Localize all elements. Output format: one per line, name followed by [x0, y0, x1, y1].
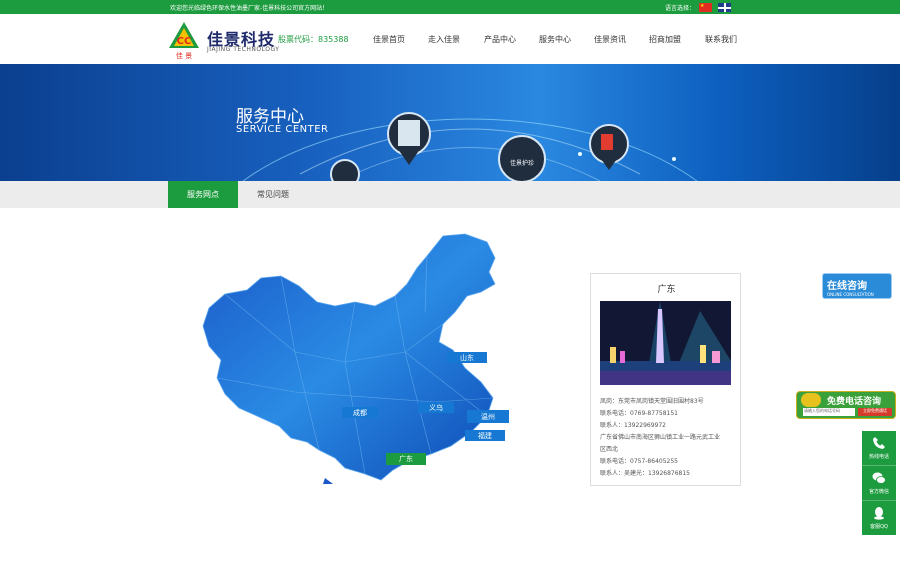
phone-icon	[801, 393, 821, 407]
card-address-foshan-2: 区西北	[600, 446, 619, 453]
pin-label: 佳景护珍	[510, 159, 534, 167]
nav-home[interactable]: 佳景首页	[373, 34, 405, 45]
online-consult-title: 在线咨询	[827, 281, 867, 292]
logo-letters: CC	[177, 36, 192, 47]
brand-english: JIAJING TECHNOLOGY	[207, 46, 280, 53]
outlet-card: 广东 凤岗：东莞市凤岗镇天堂围旧围村83号 联系电话：0769-87758151…	[590, 273, 741, 486]
top-bar: 欢迎您光临绿色环保水性油墨厂家-佳景科技公司官方网站！ 语言选择：	[0, 0, 900, 14]
tab-faq[interactable]: 常见问题	[240, 181, 306, 208]
map-label-fujian[interactable]: 福建	[465, 430, 505, 441]
stock-code: 股票代码：835388	[278, 35, 349, 44]
phone-number-input[interactable]: 请输入您的电话号码	[803, 408, 855, 416]
nav-about[interactable]: 走入佳景	[428, 34, 460, 45]
card-phone-2: 联系电话：0757-86405255	[600, 458, 678, 465]
sub-navigation: 服务网点 常见问题	[0, 181, 900, 208]
nav-contact[interactable]: 联系我们	[705, 34, 737, 45]
card-contact-1: 联系人：13922969972	[600, 422, 666, 429]
map-label-yiwu[interactable]: 义乌	[418, 402, 454, 413]
map-label-guangdong[interactable]: 广东	[386, 453, 426, 465]
wechat-icon	[872, 472, 886, 484]
side-qq[interactable]: 客服QQ	[862, 501, 896, 535]
map-pin-icon	[330, 159, 360, 181]
card-address-fenggang: 凤岗：东莞市凤岗镇天堂围旧围村83号	[600, 398, 704, 405]
card-phone-1: 联系电话：0769-87758151	[600, 410, 678, 417]
banner: 佳景护珍 服务中心 SERVICE CENTER	[0, 64, 900, 181]
free-call-title: 免费电话咨询	[827, 397, 882, 407]
banner-graphic: 佳景护珍	[182, 94, 758, 181]
nav-franchise[interactable]: 招商加盟	[649, 34, 681, 45]
header: CC 佳 景 佳景科技 JIAJING TECHNOLOGY 股票代码：8353…	[0, 14, 900, 64]
card-contact-2: 联系人：吴建光：13926876815	[600, 470, 690, 477]
free-call-button[interactable]: 立即免费通话	[858, 408, 892, 416]
nav-products[interactable]: 产品中心	[484, 34, 516, 45]
side-wechat[interactable]: 官方微信	[862, 466, 896, 500]
language-label: 语言选择：	[665, 5, 696, 12]
tab-service-outlets[interactable]: 服务网点	[168, 181, 238, 208]
logo[interactable]: CC 佳 景	[168, 20, 200, 60]
map-label-shandong[interactable]: 山东	[447, 352, 487, 363]
card-address-foshan: 广东省佛山市南海区狮山镇工业一路元武工业	[600, 434, 721, 441]
side-hotline-label: 热线电话	[868, 454, 889, 460]
banner-subtitle: SERVICE CENTER	[236, 124, 329, 135]
welcome-text: 欢迎您光临绿色环保水性油墨厂家-佳景科技公司官方网站！	[170, 5, 329, 12]
side-hotline[interactable]: 热线电话	[862, 431, 896, 465]
map-pin-icon: 佳景护珍	[498, 135, 546, 181]
phone-icon	[873, 437, 885, 449]
nav-news[interactable]: 佳景资讯	[594, 34, 626, 45]
side-wechat-label: 官方微信	[868, 489, 889, 495]
online-consult-sub: ONLINE CONSULTATION	[827, 292, 874, 297]
map-label-chengdu[interactable]: 成都	[342, 407, 378, 418]
free-call-widget: 免费电话咨询 请输入您的电话号码 立即免费通话	[796, 391, 896, 419]
chinese-flag-icon[interactable]	[699, 3, 712, 12]
nav-service[interactable]: 服务中心	[539, 34, 571, 45]
side-contact-bar: 热线电话 官方微信 客服QQ	[862, 431, 896, 535]
english-flag-icon[interactable]	[718, 3, 731, 12]
logo-cn: 佳 景	[176, 51, 192, 60]
card-title: 广东	[657, 285, 676, 295]
online-consult-button[interactable]: 在线咨询 ONLINE CONSULTATION	[822, 273, 892, 299]
side-qq-label: 客服QQ	[870, 524, 888, 530]
map-label-wenzhou[interactable]: 温州	[467, 410, 509, 423]
city-photo	[600, 301, 731, 385]
china-map: 山东 成都 义乌 温州 福建 广东	[195, 232, 535, 484]
qq-icon	[874, 507, 884, 520]
